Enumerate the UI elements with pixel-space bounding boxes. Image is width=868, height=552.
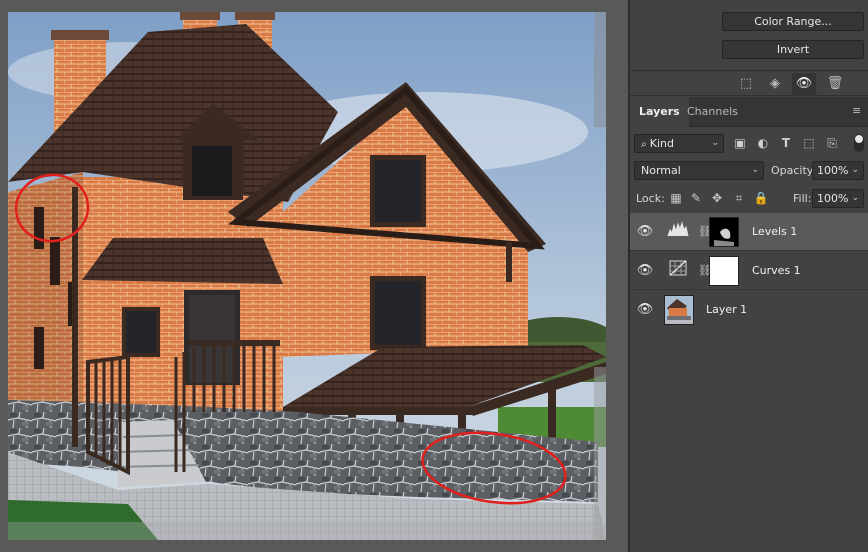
tab-channels[interactable]: Channels [678, 97, 747, 127]
properties-footer-icons: ⬚ ◈ 👁 🗑 [630, 70, 868, 96]
color-range-button[interactable]: Color Range... [722, 12, 864, 31]
layer-row-curves[interactable]: 👁 ⛓ Curves 1 [630, 252, 868, 290]
mask-link-icon[interactable]: ⛓ [698, 264, 712, 278]
filter-toggle-knob [855, 135, 863, 143]
blend-mode-select[interactable]: Normal ⌄ [634, 161, 764, 180]
layers-empty-area[interactable] [630, 328, 868, 552]
filter-smart-object-icon[interactable]: ⎘ [823, 134, 841, 152]
house-photo [8, 12, 606, 540]
document-image[interactable] [8, 12, 606, 540]
layers-panel-tabs: Layers Channels ≡ [630, 97, 868, 127]
layer-name[interactable]: Curves 1 [752, 252, 801, 290]
fill-value: 100% [817, 192, 849, 205]
fill-label: Fill: [793, 192, 812, 205]
filter-search-icon: ⌕ [641, 139, 650, 150]
mask-preview [710, 218, 738, 246]
filter-shape-icon[interactable]: ⬚ [800, 134, 818, 152]
lock-all-icon[interactable]: 🔒 [753, 190, 769, 206]
lock-label: Lock: [636, 192, 665, 205]
opacity-value: 100% [817, 164, 849, 177]
filter-toggle[interactable] [854, 134, 864, 152]
layer-filter-row: ⌕ Kind ⌄ ▣ ◐ T ⬚ ⎘ [630, 130, 868, 156]
lock-position-icon[interactable]: ✥ [709, 190, 725, 206]
layer-row-image[interactable]: 👁 Layer 1 [630, 291, 868, 329]
curves-grid-icon [669, 260, 687, 276]
histogram-icon [667, 221, 689, 237]
filter-kind-label: Kind [649, 137, 675, 150]
lock-transparent-pixels-icon[interactable]: ▦ [668, 190, 684, 206]
panel-menu-icon[interactable]: ≡ [852, 105, 864, 117]
layer-name[interactable]: Levels 1 [752, 213, 797, 251]
delete-trash-icon[interactable]: 🗑 [823, 73, 847, 95]
chevron-down-icon: ⌄ [851, 165, 859, 175]
invert-button[interactable]: Invert [722, 40, 864, 59]
lock-image-pixels-icon[interactable]: ✎ [688, 190, 704, 206]
filter-kind-select[interactable]: ⌕ Kind ⌄ [634, 134, 724, 153]
visibility-eye-icon[interactable]: 👁 [636, 291, 654, 329]
chevron-down-icon: ⌄ [751, 165, 759, 175]
fill-field[interactable]: 100% ⌄ [812, 189, 864, 208]
filter-pixel-icon[interactable]: ▣ [731, 134, 749, 152]
layer-mask-thumbnail[interactable] [709, 256, 739, 286]
filter-type-icon[interactable]: T [777, 134, 795, 152]
visibility-eye-icon[interactable]: 👁 [636, 213, 654, 251]
right-panel: Color Range... Invert ⬚ ◈ 👁 🗑 Layers Cha… [630, 0, 868, 552]
layer-mask-thumbnail[interactable] [709, 217, 739, 247]
layer-thumbnail[interactable] [664, 295, 694, 325]
levels-adjustment-icon [666, 221, 690, 243]
curves-adjustment-icon [666, 260, 690, 282]
canvas-area[interactable] [0, 0, 628, 552]
chevron-down-icon: ⌄ [711, 138, 719, 148]
clip-to-layer-icon[interactable]: ◈ [763, 73, 787, 95]
visibility-eye-icon[interactable]: 👁 [792, 73, 816, 95]
house-thumbnail [665, 296, 693, 324]
filter-adjustment-icon[interactable]: ◐ [754, 134, 772, 152]
lock-artboard-icon[interactable]: ⌗ [731, 190, 747, 206]
opacity-field[interactable]: 100% ⌄ [812, 161, 864, 180]
mask-link-icon[interactable]: ⛓ [698, 225, 712, 239]
blend-mode-value: Normal [641, 164, 681, 177]
chevron-down-icon: ⌄ [851, 193, 859, 203]
layer-row-levels[interactable]: 👁 ⛓ Levels 1 [630, 213, 868, 251]
opacity-label: Opacity: [771, 164, 817, 177]
layer-name[interactable]: Layer 1 [706, 291, 747, 329]
mask-selection-icon[interactable]: ⬚ [734, 73, 758, 95]
visibility-eye-icon[interactable]: 👁 [636, 252, 654, 290]
